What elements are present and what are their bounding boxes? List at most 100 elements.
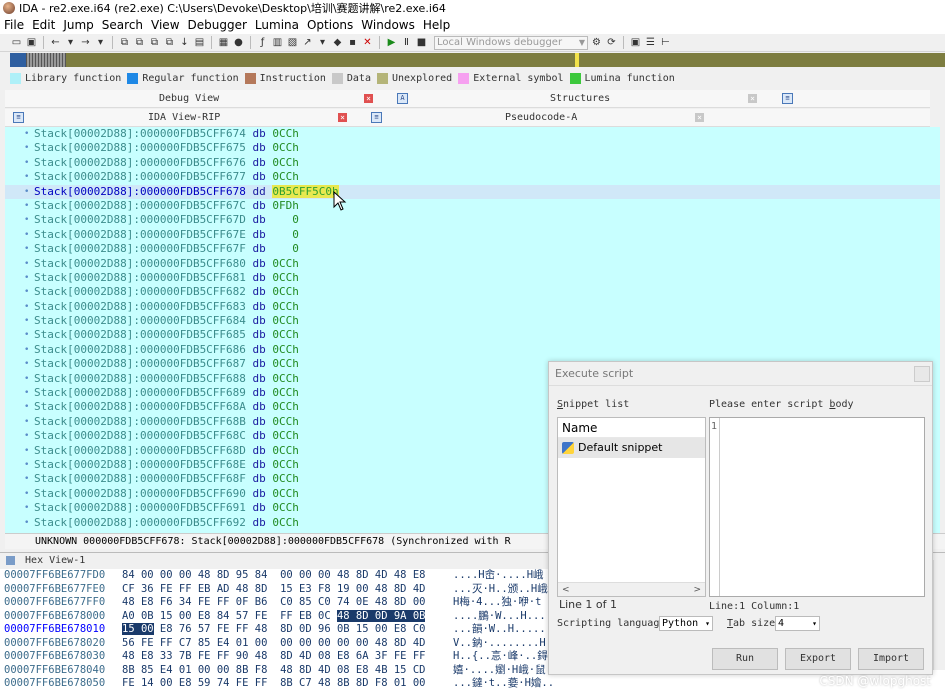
line-address: Stack[00002D88]:000000FDB5CFF683 bbox=[34, 299, 246, 313]
forward-arrow-icon[interactable]: → bbox=[79, 37, 92, 49]
legend-entry: Instruction bbox=[244, 72, 326, 84]
breakpoint-icon[interactable]: ◆ bbox=[331, 37, 344, 49]
line-marker-icon: • bbox=[24, 503, 30, 514]
listing-line[interactable]: • Stack[00002D88]:000000FDB5CFF67F db 0 bbox=[5, 242, 940, 256]
chevron-down-icon: ▼ bbox=[578, 37, 585, 47]
script-body-editor[interactable]: 1 bbox=[709, 417, 925, 597]
clipboard-icon[interactable]: ⧉ bbox=[148, 37, 161, 49]
menu-windows[interactable]: Windows bbox=[357, 18, 419, 32]
line-address: Stack[00002D88]:000000FDB5CFF690 bbox=[34, 486, 246, 500]
listing-line[interactable]: • Stack[00002D88]:000000FDB5CFF677 db 0CC… bbox=[5, 170, 940, 184]
menu-search[interactable]: Search bbox=[98, 18, 147, 32]
close-icon[interactable]: × bbox=[748, 94, 757, 103]
enum-icon[interactable]: ▧ bbox=[286, 37, 299, 49]
back-arrow-icon[interactable]: ← bbox=[49, 37, 62, 49]
close-icon[interactable]: × bbox=[338, 113, 347, 122]
toolbar: ▭ ▣ ← ▾ → ▾ ⧉ ⧉ ⧉ ⧉ ↓ ▤ ▦ ● ƒ ▥ ▧ ↗ ▾ ◆ … bbox=[0, 34, 945, 52]
menu-edit[interactable]: Edit bbox=[28, 18, 59, 32]
refresh-icon[interactable]: ⟳ bbox=[605, 37, 618, 49]
list-item[interactable]: Default snippet bbox=[558, 438, 705, 458]
window-title: IDA - re2.exe.i64 (re2.exe) C:\Users\Dev… bbox=[19, 2, 446, 15]
snippet-list[interactable]: Name Default snippet < > bbox=[557, 417, 706, 597]
hex-row[interactable]: 00007FF6BE678050 FE 14 00 E8 59 74 FE FF … bbox=[0, 677, 945, 691]
hex-bytes: A0 0B 15 00 E8 84 57 FE FF EB 0C 48 8D 0… bbox=[122, 609, 426, 624]
window-icon[interactable]: ▣ bbox=[629, 37, 642, 49]
function-icon[interactable]: ƒ bbox=[256, 37, 269, 49]
export-button[interactable]: Export bbox=[785, 648, 851, 670]
hex-view-title[interactable]: Hex View-1 bbox=[25, 555, 85, 566]
attach-icon[interactable]: ⚙ bbox=[590, 37, 603, 49]
tab-pseudocode-a[interactable]: Pseudocode-A bbox=[505, 112, 577, 123]
script-icon[interactable]: ▪ bbox=[346, 37, 359, 49]
tab-ida-view-rip[interactable]: IDA View-RIP bbox=[148, 112, 220, 123]
chevron-down-icon[interactable]: ▾ bbox=[316, 37, 329, 49]
menu-lumina[interactable]: Lumina bbox=[251, 18, 303, 32]
legend-entry: Data bbox=[331, 72, 371, 84]
line-value: 0CCh bbox=[272, 501, 299, 515]
down-arrow-icon[interactable]: ↓ bbox=[178, 37, 191, 49]
save-icon[interactable]: ▣ bbox=[25, 37, 38, 49]
menu-jump[interactable]: Jump bbox=[59, 18, 97, 32]
paste-icon[interactable]: ⧉ bbox=[133, 37, 146, 49]
listing-line[interactable]: • Stack[00002D88]:000000FDB5CFF67D db 0 bbox=[5, 213, 940, 227]
hex-selection: 15 00 bbox=[122, 623, 154, 635]
struct-icon[interactable]: ▥ bbox=[271, 37, 284, 49]
menu-file[interactable]: File bbox=[0, 18, 28, 32]
hierarchy-icon[interactable]: ⊢ bbox=[659, 37, 672, 49]
pause-icon[interactable]: Ⅱ bbox=[400, 37, 413, 49]
tab-debug-view[interactable]: Debug View bbox=[159, 93, 219, 104]
listing-line[interactable]: • Stack[00002D88]:000000FDB5CFF684 db 0CC… bbox=[5, 314, 940, 328]
toolbar-separator bbox=[379, 36, 380, 49]
hex-bytes: 15 00 E8 76 57 FE FF 48 8D 0D 96 0B 15 0… bbox=[122, 623, 425, 637]
scroll-left-icon[interactable]: < bbox=[562, 583, 570, 597]
menu-help[interactable]: Help bbox=[419, 18, 454, 32]
snippet-list-header[interactable]: Name bbox=[558, 418, 705, 438]
import-button[interactable]: Import bbox=[858, 648, 924, 670]
tab-size-select[interactable]: 4 ▾ bbox=[775, 616, 820, 631]
listing-line[interactable]: • Stack[00002D88]:000000FDB5CFF682 db 0CC… bbox=[5, 285, 940, 299]
menu-view[interactable]: View bbox=[147, 18, 183, 32]
listing-line[interactable]: • Stack[00002D88]:000000FDB5CFF67E db 0 bbox=[5, 228, 940, 242]
listing-line[interactable]: • Stack[00002D88]:000000FDB5CFF685 db 0CC… bbox=[5, 328, 940, 342]
hex-bytes-first: 56 FE FF C7 85 E4 01 00 bbox=[122, 636, 268, 649]
open-folder-icon[interactable]: ▭ bbox=[10, 37, 23, 49]
scroll-right-icon[interactable]: > bbox=[693, 583, 701, 597]
listing-line[interactable]: • Stack[00002D88]:000000FDB5CFF67C db 0FD… bbox=[5, 199, 940, 213]
listing-line[interactable]: • Stack[00002D88]:000000FDB5CFF674 db 0CC… bbox=[5, 127, 940, 141]
scrollbar[interactable] bbox=[933, 560, 945, 670]
record-icon[interactable]: ● bbox=[232, 37, 245, 49]
menu-options[interactable]: Options bbox=[303, 18, 357, 32]
tab-structures[interactable]: Structures bbox=[550, 93, 610, 104]
line-count: Line 1 of 1 bbox=[559, 598, 618, 611]
scripting-language-select[interactable]: Python ▾ bbox=[659, 616, 713, 631]
listing-line[interactable]: • Stack[00002D88]:000000FDB5CFF681 db 0CC… bbox=[5, 271, 940, 285]
menu-debugger[interactable]: Debugger bbox=[184, 18, 251, 32]
graph-icon[interactable]: ▦ bbox=[217, 37, 230, 49]
listing-line[interactable]: • Stack[00002D88]:000000FDB5CFF678 dd 0B5… bbox=[5, 184, 940, 199]
close-icon[interactable]: × bbox=[695, 113, 704, 122]
hex-bytes-first: 8B 85 E4 01 00 00 8B F8 bbox=[122, 663, 268, 676]
dialog-close-button[interactable] bbox=[914, 366, 930, 382]
listing-line[interactable]: • Stack[00002D88]:000000FDB5CFF676 db 0CC… bbox=[5, 156, 940, 170]
play-icon[interactable]: ▶ bbox=[385, 37, 398, 49]
run-to-icon[interactable]: ↗ bbox=[301, 37, 314, 49]
stop-icon[interactable]: ■ bbox=[415, 37, 428, 49]
legend-swatch bbox=[458, 72, 470, 84]
close-icon[interactable]: × bbox=[364, 94, 373, 103]
line-directive: db bbox=[252, 386, 266, 400]
chevron-down-icon[interactable]: ▾ bbox=[94, 37, 107, 49]
run-button[interactable]: Run bbox=[712, 648, 778, 670]
copy-icon[interactable]: ⧉ bbox=[118, 37, 131, 49]
listing-line[interactable]: • Stack[00002D88]:000000FDB5CFF680 db 0CC… bbox=[5, 257, 940, 271]
listing-line[interactable]: • Stack[00002D88]:000000FDB5CFF683 db 0CC… bbox=[5, 300, 940, 314]
debugger-select[interactable]: Local Windows debugger ▼ bbox=[434, 35, 588, 50]
navigation-band[interactable] bbox=[10, 53, 945, 67]
list-icon[interactable]: ☰ bbox=[644, 37, 657, 49]
binary-search-icon[interactable]: ⧉ bbox=[163, 37, 176, 49]
horizontal-scrollbar[interactable]: < > bbox=[558, 582, 705, 596]
mark-icon[interactable]: ▤ bbox=[193, 37, 206, 49]
listing-line[interactable]: • Stack[00002D88]:000000FDB5CFF686 db 0CC… bbox=[5, 343, 940, 357]
close-x-icon[interactable]: ✕ bbox=[361, 37, 374, 49]
listing-line[interactable]: • Stack[00002D88]:000000FDB5CFF675 db 0CC… bbox=[5, 141, 940, 155]
chevron-down-icon[interactable]: ▾ bbox=[64, 37, 77, 49]
